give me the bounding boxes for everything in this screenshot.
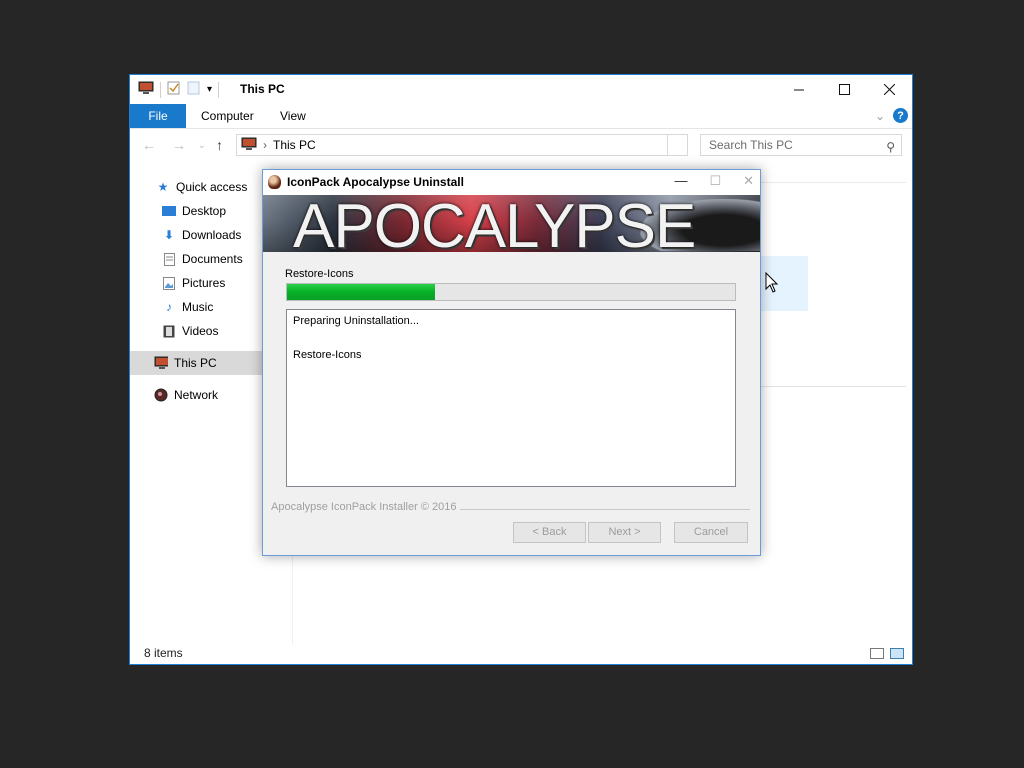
sidebar-item-label: Desktop [182,204,227,218]
details-log[interactable]: Preparing Uninstallation... Restore-Icon… [286,309,736,487]
sidebar-item-label: Network [174,388,219,402]
search-input[interactable]: Search This PC ⚲ [700,134,902,156]
recent-locations-icon[interactable]: ⌄ [198,140,206,151]
music-note-icon: ♪ [166,300,172,314]
minimize-button[interactable] [777,75,822,103]
dialog-title-bar: IconPack Apocalypse Uninstall — ☐ ✕ [263,170,760,195]
quick-access-toolbar: ▾ [138,81,220,98]
maximize-icon [839,83,850,95]
large-icons-view-icon[interactable] [890,648,904,659]
ribbon-tabs: File Computer View ⌄ ? [130,104,912,129]
back-button[interactable]: < Back [513,522,586,543]
branding-text: Apocalypse IconPack Installer © 2016 [271,501,461,513]
close-icon [884,83,895,95]
tab-view[interactable]: View [280,104,306,128]
log-line: Restore-Icons [293,349,362,361]
dialog-title: IconPack Apocalypse Uninstall [287,175,464,189]
minimize-icon [794,89,804,90]
properties-icon[interactable] [167,81,181,98]
breadcrumb-separator-icon: › [263,138,267,152]
progress-bar [286,283,736,301]
search-icon: ⚲ [886,140,895,154]
sidebar-item-label: Videos [182,324,219,338]
breadcrumb-this-pc[interactable]: This PC [273,138,316,152]
star-icon: ★ [157,180,169,194]
next-button[interactable]: Next > [588,522,661,543]
dialog-close-button[interactable]: ✕ [743,173,754,189]
this-pc-icon [154,356,168,370]
maximize-button[interactable] [822,75,867,103]
mouse-cursor-icon [765,272,779,293]
film-icon [162,324,176,338]
close-button[interactable] [867,75,912,103]
status-item-count: 8 items [144,646,183,660]
title-bar: ▾ This PC [130,75,912,103]
dialog-maximize-button: ☐ [709,173,722,188]
help-icon[interactable]: ? [893,108,908,123]
network-icon [154,388,168,402]
window-title: This PC [240,82,285,96]
new-folder-icon[interactable] [187,81,201,98]
app-icon [268,175,281,189]
apocalypse-banner: APOCALYPSE [263,195,760,252]
sidebar-item-label: Pictures [182,276,226,290]
address-dropdown-button[interactable] [668,134,688,156]
tab-computer[interactable]: Computer [201,104,254,128]
sidebar-item-label: Quick access [176,180,248,194]
up-arrow-icon[interactable]: ↑ [216,137,223,153]
divider [760,386,906,387]
dialog-minimize-button[interactable]: — [674,173,687,189]
sidebar-item-label: Documents [182,252,243,266]
document-icon [162,252,176,266]
sidebar-item-label: Downloads [182,228,242,242]
details-view-icon[interactable] [870,648,884,659]
address-bar[interactable]: › This PC [236,134,668,156]
desktop-icon [162,204,176,218]
picture-icon [162,276,176,290]
uninstall-dialog: IconPack Apocalypse Uninstall — ☐ ✕ APOC… [262,169,761,556]
sidebar-item-label: This PC [174,356,217,370]
forward-arrow-icon[interactable]: → [172,137,186,153]
log-line: Preparing Uninstallation... [293,315,419,327]
banner-logo-text: APOCALYPSE [293,195,696,252]
current-step-label: Restore-Icons [285,268,354,280]
sidebar-item-label: Music [182,300,214,314]
download-icon: ⬇ [163,228,175,242]
this-pc-icon [138,81,154,98]
tab-file[interactable]: File [130,104,186,128]
cancel-button[interactable]: Cancel [674,522,748,543]
search-placeholder: Search This PC [709,138,793,152]
progress-fill [287,284,435,300]
expand-ribbon-icon[interactable]: ⌄ [875,109,885,123]
customize-qat-icon[interactable]: ▾ [207,84,212,95]
this-pc-icon [241,137,257,154]
back-arrow-icon[interactable]: ← [142,137,156,153]
navigation-bar: ← → ⌄ ↑ › This PC Search This PC ⚲ [130,133,912,159]
